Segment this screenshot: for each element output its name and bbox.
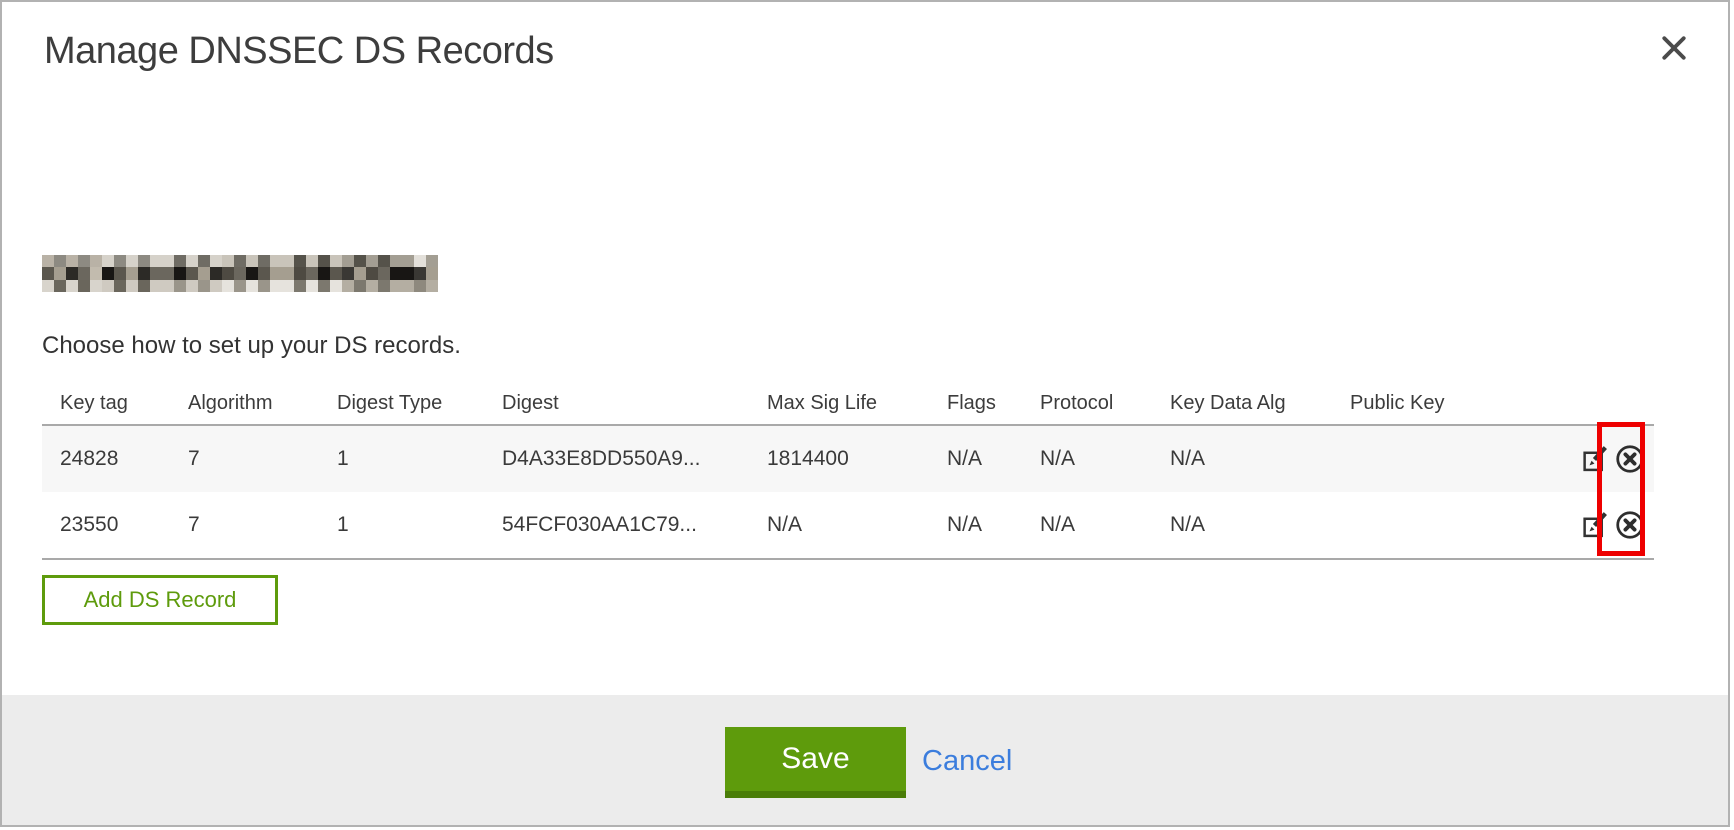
cell-key-tag: 23550 — [60, 513, 188, 537]
cell-flags: N/A — [947, 513, 1040, 537]
cell-protocol: N/A — [1040, 447, 1170, 471]
cell-key-data-alg: N/A — [1170, 447, 1350, 471]
header-digest: Digest — [502, 392, 767, 415]
close-button[interactable] — [1654, 28, 1694, 68]
cell-digest: 54FCF030AA1C79... — [502, 513, 767, 537]
table-row: 24828 7 1 D4A33E8DD550A9... 1814400 N/A … — [42, 424, 1654, 492]
ds-records-table: Key tag Algorithm Digest Type Digest Max… — [42, 386, 1654, 560]
delete-record-button[interactable] — [1614, 509, 1646, 541]
instruction-text: Choose how to set up your DS records. — [42, 332, 461, 360]
row-actions — [1554, 443, 1646, 475]
cell-digest-type: 1 — [337, 513, 502, 537]
edit-pencil-icon — [1581, 445, 1609, 473]
cancel-link[interactable]: Cancel — [922, 745, 1012, 778]
header-digest-type: Digest Type — [337, 392, 502, 415]
cell-max-sig-life: 1814400 — [767, 447, 947, 471]
header-flags: Flags — [947, 392, 1040, 415]
cell-key-data-alg: N/A — [1170, 513, 1350, 537]
header-key-tag: Key tag — [60, 392, 188, 415]
circle-x-icon — [1614, 443, 1646, 475]
table-header-row: Key tag Algorithm Digest Type Digest Max… — [42, 386, 1654, 424]
delete-record-button[interactable] — [1614, 443, 1646, 475]
cell-key-tag: 24828 — [60, 447, 188, 471]
cell-algorithm: 7 — [188, 513, 337, 537]
modal-footer: Save Cancel — [2, 695, 1728, 825]
circle-x-icon — [1614, 509, 1646, 541]
edit-record-button[interactable] — [1581, 511, 1609, 539]
header-key-data-alg: Key Data Alg — [1170, 392, 1350, 415]
save-button[interactable]: Save — [725, 727, 906, 798]
cell-digest: D4A33E8DD550A9... — [502, 447, 767, 471]
edit-record-button[interactable] — [1581, 445, 1609, 473]
table-row: 23550 7 1 54FCF030AA1C79... N/A N/A N/A … — [42, 492, 1654, 560]
page-title: Manage DNSSEC DS Records — [44, 30, 554, 73]
cell-flags: N/A — [947, 447, 1040, 471]
cell-digest-type: 1 — [337, 447, 502, 471]
dnssec-modal: Manage DNSSEC DS Records Choose how to s… — [0, 0, 1730, 827]
cell-max-sig-life: N/A — [767, 513, 947, 537]
header-protocol: Protocol — [1040, 392, 1170, 415]
close-icon — [1660, 34, 1688, 62]
header-public-key: Public Key — [1350, 392, 1554, 415]
header-max-sig-life: Max Sig Life — [767, 392, 947, 415]
cell-algorithm: 7 — [188, 447, 337, 471]
cell-protocol: N/A — [1040, 513, 1170, 537]
row-actions — [1554, 509, 1646, 541]
redacted-domain-name — [42, 255, 438, 292]
edit-pencil-icon — [1581, 511, 1609, 539]
header-algorithm: Algorithm — [188, 392, 337, 415]
add-ds-record-button[interactable]: Add DS Record — [42, 575, 278, 625]
